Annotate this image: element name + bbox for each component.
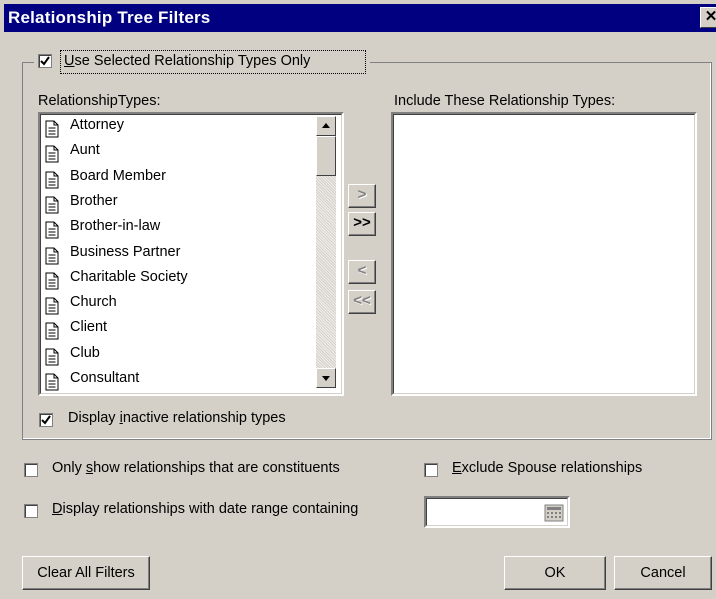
document-icon — [45, 348, 59, 366]
list-item-label: Club — [70, 344, 100, 361]
list-item-label: Church — [70, 294, 117, 311]
use-selected-option[interactable]: Use Selected Relationship Types Only — [34, 50, 370, 74]
check-mark-icon — [41, 415, 51, 425]
cancel-button[interactable]: Cancel — [614, 556, 712, 590]
display-inactive-checkbox[interactable] — [39, 413, 53, 427]
include-types-label: Include These Relationship Types: — [394, 93, 616, 109]
include-types-list[interactable] — [391, 112, 697, 396]
list-item-label: Board Member — [70, 167, 166, 184]
document-icon — [45, 221, 59, 239]
arrow-up-icon — [322, 123, 330, 128]
scroll-thumb[interactable] — [316, 136, 336, 176]
scroll-up-button[interactable] — [316, 116, 336, 136]
document-icon — [45, 373, 59, 391]
clear-all-filters-button[interactable]: Clear All Filters — [22, 556, 150, 590]
display-inactive-label[interactable]: Display inactive relationship types — [68, 410, 286, 426]
title-bar: Relationship Tree Filters ✕ — [4, 4, 716, 32]
document-icon — [45, 171, 59, 189]
vertical-scrollbar[interactable] — [316, 116, 336, 388]
add-all-button[interactable]: >> — [348, 212, 376, 236]
document-icon — [45, 120, 59, 138]
remove-one-button[interactable]: < — [348, 260, 376, 284]
document-icon — [45, 145, 59, 163]
ok-button[interactable]: OK — [504, 556, 606, 590]
document-icon — [45, 322, 59, 340]
use-selected-label: Use Selected Relationship Types Only — [64, 53, 311, 69]
only-constituents-label[interactable]: Only show relationships that are constit… — [52, 460, 340, 476]
date-range-input[interactable] — [424, 496, 570, 528]
close-icon: ✕ — [704, 8, 716, 25]
exclude-spouse-checkbox[interactable] — [424, 463, 438, 477]
add-one-button[interactable]: > — [348, 184, 376, 208]
arrow-down-icon — [322, 376, 330, 381]
document-icon — [45, 247, 59, 264]
document-icon — [45, 272, 59, 290]
list-item-label: Attorney — [70, 117, 124, 133]
only-constituents-checkbox[interactable] — [24, 463, 38, 477]
list-item-label: Charitable Society — [70, 268, 188, 285]
scroll-down-button[interactable] — [316, 368, 336, 388]
list-item-label: Aunt — [70, 142, 100, 159]
list-item-label: Business Partner — [70, 243, 181, 260]
calendar-icon[interactable] — [544, 504, 564, 522]
remove-all-button[interactable]: << — [348, 290, 376, 314]
list-item-label: Brother-in-law — [70, 218, 161, 235]
dialog-window: Relationship Tree Filters ✕ Use Selected… — [0, 0, 716, 599]
list-item-label: Consultant — [70, 370, 140, 386]
close-button[interactable]: ✕ — [700, 7, 716, 28]
list-item-label: Client — [70, 319, 108, 336]
relationship-types-list[interactable]: Attorney Aunt Board Member Brother Brother-i… — [38, 112, 344, 396]
list-item-label: Brother — [70, 192, 118, 209]
window-title: Relationship Tree Filters — [8, 8, 211, 27]
list-border — [393, 114, 695, 394]
exclude-spouse-label[interactable]: Exclude Spouse relationships — [452, 460, 642, 476]
relationship-types-label: RelationshipTypes: — [38, 93, 161, 109]
date-range-checkbox[interactable] — [24, 504, 38, 518]
date-range-label[interactable]: Display relationships with date range co… — [52, 501, 358, 517]
document-icon — [45, 196, 59, 214]
document-icon — [45, 297, 59, 315]
use-selected-checkbox[interactable] — [38, 54, 52, 68]
check-mark-icon — [40, 56, 50, 66]
